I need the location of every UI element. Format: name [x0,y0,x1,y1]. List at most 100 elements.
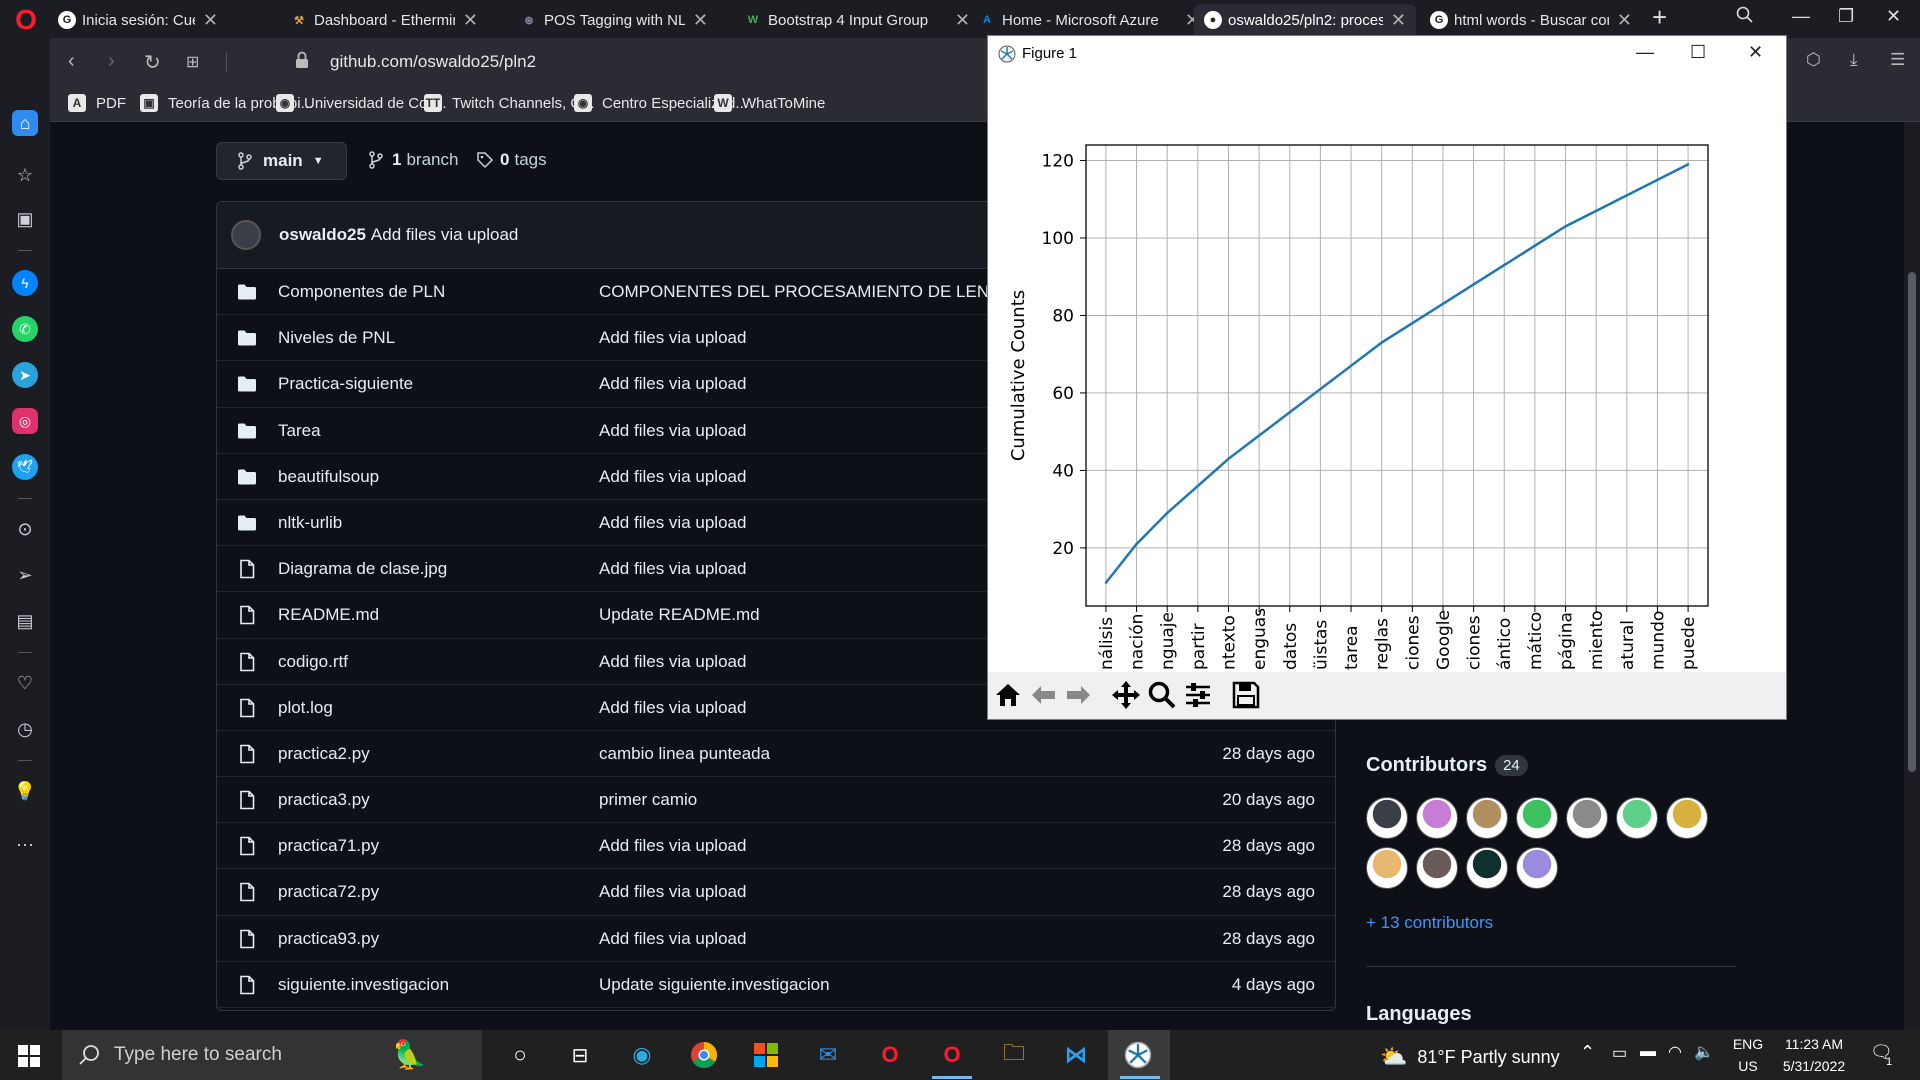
table-row[interactable]: siguiente.investigacion Update siguiente.… [217,962,1335,1008]
pan-icon[interactable] [1110,679,1142,711]
new-tab-button[interactable]: + [1652,2,1667,33]
search-tabs-icon[interactable] [1736,6,1754,29]
browser-tab[interactable]: ● oswaldo25/pln2: proces ✕ [1194,4,1416,36]
browser-tab[interactable]: W Bootstrap 4 Input Group ✕ [734,4,980,36]
file-name-link[interactable]: codigo.rtf [278,652,348,672]
store-icon[interactable] [750,1039,782,1071]
vscode-icon[interactable]: ⋈ [1060,1039,1092,1071]
avatar[interactable] [231,220,261,250]
messenger-icon[interactable]: ϟ [12,270,38,296]
contributor-avatar[interactable] [1366,847,1408,889]
heart-icon[interactable]: ♡ [12,670,38,696]
commit-message[interactable]: Add files via upload [371,225,518,245]
file-name-link[interactable]: Practica-siguiente [278,374,413,394]
home-icon[interactable] [992,679,1024,711]
lock-icon[interactable] [295,51,309,69]
task-view-icon[interactable]: ⊟ [564,1039,596,1071]
contributor-avatar[interactable] [1516,797,1558,839]
commit-message-link[interactable]: Update siguiente.investigacion [599,975,830,995]
chevron-up-icon[interactable]: ⌃ [1580,1042,1595,1063]
commit-message-link[interactable]: Add files via upload [599,513,746,533]
maximize-icon[interactable]: ☐ [1690,42,1706,63]
minimize-icon[interactable]: — [1792,6,1810,27]
meet-now-icon[interactable]: ▭ [1612,1043,1627,1063]
tab-close-icon[interactable]: ✕ [1391,10,1406,31]
contributor-avatar[interactable] [1466,847,1508,889]
bookmark-item[interactable]: A PDF [68,94,126,112]
file-name-link[interactable]: README.md [278,605,379,625]
minimize-icon[interactable]: — [1636,42,1654,63]
branches-link[interactable]: 1 branch [368,150,458,170]
file-name-link[interactable]: beautifulsoup [278,467,379,487]
contributor-avatar[interactable] [1616,797,1658,839]
bookmark-item[interactable]: TT Twitch Channels, G... [424,94,595,112]
tab-close-icon[interactable]: ✕ [1617,10,1632,31]
telegram-icon[interactable]: ➤ [12,362,38,388]
edge-icon[interactable]: ◉ [626,1039,658,1071]
browser-tab[interactable]: ⊛ POS Tagging with NLTK ✕ [510,4,718,36]
commit-message-link[interactable]: Add files via upload [599,374,746,394]
file-name-link[interactable]: Componentes de PLN [278,282,445,302]
tab-close-icon[interactable]: ✕ [693,10,708,31]
download-icon[interactable]: ⤓ [1850,50,1858,70]
file-name-link[interactable]: practica3.py [278,790,370,810]
contributor-avatar[interactable] [1666,797,1708,839]
browser-tab[interactable]: A Home - Microsoft Azure ✕ [968,4,1210,36]
contributor-avatar[interactable] [1366,797,1408,839]
file-name-link[interactable]: plot.log [278,698,333,718]
browser-tab[interactable]: ⚒ Dashboard - Ethermine ✕ [280,4,488,36]
commit-message-link[interactable]: Add files via upload [599,421,746,441]
browser-tab[interactable]: G Inicia sesión: Cuentas de ✕ [48,4,228,36]
weather-widget[interactable]: ⛅ 81°F Partly sunny [1380,1044,1560,1070]
back-icon[interactable]: ‹ [68,50,75,73]
commit-author[interactable]: oswaldo25 [279,225,366,245]
contributor-avatar[interactable] [1416,797,1458,839]
cortana-icon[interactable]: ○ [504,1039,536,1071]
commit-message-link[interactable]: COMPONENTES DEL PROCESAMIENTO DE LENGUA [599,282,1026,302]
table-row[interactable]: practica93.py Add files via upload 28 days… [217,916,1335,962]
file-name-link[interactable]: siguiente.investigacion [278,975,449,995]
media-icon[interactable]: ⊙ [12,516,38,542]
star-icon[interactable]: ☆ [12,162,38,188]
more-contributors-link[interactable]: + 13 contributors [1366,913,1493,933]
commit-message-link[interactable]: Add files via upload [599,652,746,672]
chrome-icon[interactable] [688,1039,720,1071]
file-name-link[interactable]: practica72.py [278,882,379,902]
commit-message-link[interactable]: Add files via upload [599,328,746,348]
taskbar-search-input[interactable]: Type here to search 🦜 [62,1030,482,1080]
wallet-icon[interactable]: ▤ [12,608,38,634]
scrollbar-thumb[interactable] [1908,272,1916,772]
tags-link[interactable]: 0 tags [476,150,547,170]
contributor-avatar[interactable] [1516,847,1558,889]
page-scrollbar[interactable] [1904,122,1920,1030]
zoom-icon[interactable] [1146,679,1178,711]
figure-titlebar[interactable]: Figure 1 — ☐ ✕ [988,36,1786,72]
contributor-avatar[interactable] [1466,797,1508,839]
file-name-link[interactable]: Niveles de PNL [278,328,395,348]
mail-icon[interactable]: ✉ [812,1039,844,1071]
cube-icon[interactable]: ⬡ [1806,50,1821,70]
file-name-link[interactable]: Tarea [278,421,321,441]
instagram-icon[interactable]: ◎ [12,408,38,434]
tab-close-icon[interactable]: ✕ [203,10,218,31]
back-icon[interactable] [1028,679,1060,711]
file-explorer-icon[interactable]: 🗀 [998,1039,1030,1071]
opera-logo[interactable]: O [10,4,42,36]
commit-message-link[interactable]: Add files via upload [599,929,746,949]
close-icon[interactable]: ✕ [1886,6,1901,27]
commit-message-link[interactable]: Add files via upload [599,559,746,579]
windows-start-icon[interactable] [18,1045,40,1067]
file-name-link[interactable]: Diagrama de clase.jpg [278,559,447,579]
commit-message-link[interactable]: Update README.md [599,605,760,625]
more-icon[interactable]: ⋯ [12,832,38,858]
table-row[interactable]: practica3.py primer camio 20 days ago [217,777,1335,824]
url-field[interactable]: github.com/oswaldo25/pln2 [330,52,536,72]
tab-close-icon[interactable]: ✕ [463,10,478,31]
cumulative-counts-plot[interactable]: nálisis nación nguaje partir ntexto enguas dat… [988,72,1786,672]
contributor-avatar[interactable] [1566,797,1608,839]
volume-icon[interactable]: 🔈 [1694,1042,1714,1062]
input-language[interactable]: ENG US [1730,1036,1766,1074]
player-icon[interactable]: ▣ [12,206,38,232]
file-name-link[interactable]: nltk-urlib [278,513,342,533]
commit-message-link[interactable]: cambio linea punteada [599,744,770,764]
